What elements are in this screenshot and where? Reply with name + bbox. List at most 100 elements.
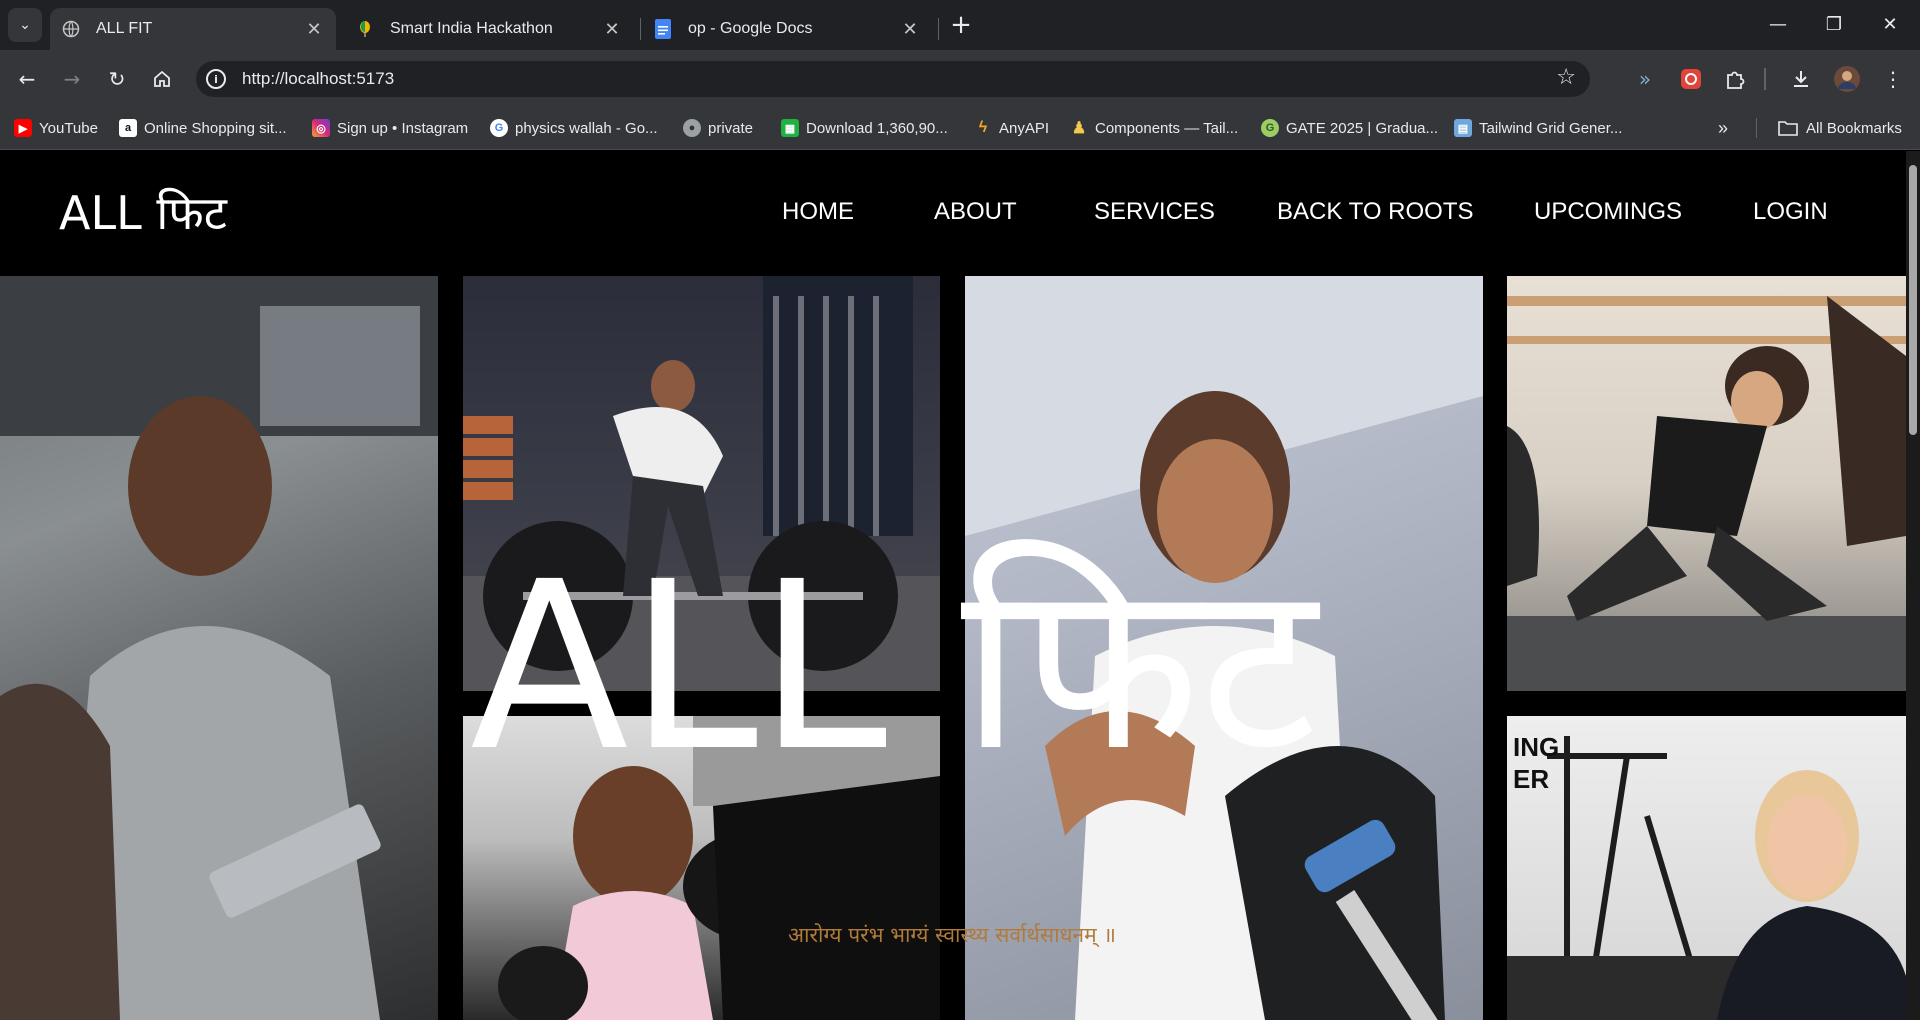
- bookmark-gate-2025[interactable]: G GATE 2025 | Gradua...: [1261, 116, 1438, 140]
- restore-icon: ❐: [1825, 13, 1843, 35]
- svg-text:ING: ING: [1513, 732, 1559, 762]
- download-site-icon: ▦: [781, 119, 799, 137]
- bookmark-label: YouTube: [39, 119, 98, 137]
- instagram-icon: ◎: [312, 119, 330, 137]
- all-bookmarks-button[interactable]: All Bookmarks: [1778, 116, 1902, 140]
- nav-login[interactable]: LOGIN: [1753, 198, 1828, 226]
- gate-icon: G: [1261, 119, 1279, 137]
- address-bar[interactable]: i http://localhost:5173 ☆: [196, 61, 1590, 97]
- close-tab-icon[interactable]: ✕: [898, 19, 922, 40]
- bookmark-label: Download 1,360,90...: [806, 119, 948, 137]
- tab-all-fit[interactable]: ALL FIT ✕: [50, 8, 336, 50]
- bookmark-anyapi[interactable]: ϟ AnyAPI: [974, 116, 1049, 140]
- bookmark-label: Tailwind Grid Gener...: [1479, 119, 1623, 137]
- web-page: ALL फिट HOME ABOUT SERVICES BACK TO ROOT…: [0, 151, 1906, 1020]
- bookmark-instagram[interactable]: ◎ Sign up • Instagram: [312, 116, 468, 140]
- bookmark-label: GATE 2025 | Gradua...: [1286, 119, 1439, 137]
- nav-back-to-roots[interactable]: BACK TO ROOTS: [1277, 198, 1474, 226]
- home-button[interactable]: [145, 62, 179, 96]
- profile-avatar[interactable]: [1832, 64, 1862, 94]
- bookmark-label: Components — Tail...: [1095, 119, 1239, 137]
- bookmark-amazon[interactable]: a Online Shopping sit...: [119, 116, 287, 140]
- trainer-with-tablet-photo: [0, 276, 438, 1020]
- forward-button[interactable]: →: [55, 62, 89, 96]
- arrow-left-icon: ←: [18, 67, 36, 91]
- reload-button[interactable]: ↻: [100, 62, 134, 96]
- grid-generator-icon: ▤: [1454, 119, 1472, 137]
- coach-smiling-photo: ING ER: [1507, 716, 1906, 1020]
- browser-chrome: ⌄ ALL FIT ✕ Smart India Hackathon ✕ op -…: [0, 0, 1920, 150]
- nav-upcomings[interactable]: UPCOMINGS: [1534, 198, 1682, 226]
- tab-separator: [938, 18, 939, 40]
- bookmark-label: physics wallah - Go...: [515, 119, 658, 137]
- nav-about[interactable]: ABOUT: [934, 198, 1017, 226]
- bookmark-download[interactable]: ▦ Download 1,360,90...: [781, 116, 948, 140]
- anyapi-icon: ϟ: [978, 119, 988, 136]
- tab-google-docs[interactable]: op - Google Docs ✕: [642, 8, 932, 50]
- site-info-icon[interactable]: i: [206, 69, 226, 89]
- extensions-puzzle-icon[interactable]: [1720, 64, 1750, 94]
- google-docs-icon: [654, 19, 672, 39]
- extension-red-icon[interactable]: [1676, 64, 1706, 94]
- tab-title: op - Google Docs: [688, 20, 813, 37]
- reload-icon: ↻: [108, 67, 126, 91]
- private-icon: ●: [683, 119, 701, 137]
- hero-title: ALL फिट: [470, 532, 1317, 802]
- restore-button[interactable]: ❐: [1806, 0, 1862, 48]
- tab-smart-india-hackathon[interactable]: Smart India Hackathon ✕: [344, 8, 634, 50]
- youtube-icon: ▶: [14, 119, 32, 137]
- extension-arrows-icon[interactable]: »: [1630, 64, 1660, 94]
- browser-menu-icon[interactable]: ⋮: [1878, 64, 1908, 94]
- page-scrollbar[interactable]: [1906, 151, 1920, 1020]
- tab-search-button[interactable]: ⌄: [8, 8, 42, 42]
- toolbar-separator: [1764, 68, 1766, 90]
- close-tab-icon[interactable]: ✕: [302, 19, 326, 40]
- amazon-icon: a: [119, 119, 137, 137]
- tab-strip: ⌄ ALL FIT ✕ Smart India Hackathon ✕ op -…: [0, 0, 1920, 50]
- yoga-photo: [1507, 276, 1906, 691]
- globe-icon: [62, 20, 80, 38]
- google-icon: G: [490, 119, 508, 137]
- bookmark-youtube[interactable]: ▶ YouTube: [14, 116, 98, 140]
- bookmarks-bar: ▶ YouTube a Online Shopping sit... ◎ Sig…: [0, 108, 1920, 150]
- arrow-right-icon: →: [63, 67, 81, 91]
- bookmark-label: Online Shopping sit...: [144, 119, 287, 137]
- tab-separator: [640, 18, 641, 40]
- balloon-icon: [356, 20, 374, 38]
- site-logo[interactable]: ALL फिट: [59, 181, 227, 243]
- url-text[interactable]: http://localhost:5173: [242, 69, 394, 89]
- close-tab-icon[interactable]: ✕: [600, 19, 624, 40]
- bookmark-label: AnyAPI: [999, 119, 1050, 137]
- bookmark-star-icon[interactable]: ☆: [1556, 65, 1576, 90]
- downloads-icon[interactable]: [1786, 64, 1816, 94]
- close-icon: ✕: [1882, 13, 1898, 35]
- site-navbar: ALL फिट HOME ABOUT SERVICES BACK TO ROOT…: [0, 151, 1906, 276]
- hero-sanskrit-subtitle: आरोग्य परंभ भाग्यं स्वास्थ्य सर्वार्थसाध…: [788, 923, 1116, 947]
- bookmark-tailwind-components[interactable]: ♟ Components — Tail...: [1070, 116, 1238, 140]
- svg-text:ER: ER: [1513, 764, 1549, 794]
- close-window-button[interactable]: ✕: [1862, 0, 1918, 48]
- home-icon: [154, 70, 170, 87]
- folder-icon: [1778, 121, 1798, 136]
- chevron-double-right-icon: »: [1718, 117, 1729, 138]
- back-button[interactable]: ←: [10, 62, 44, 96]
- bookmarks-separator: [1756, 118, 1757, 138]
- nav-home[interactable]: HOME: [782, 198, 854, 226]
- bookmark-label: private: [708, 119, 754, 137]
- plus-icon: +: [950, 10, 972, 40]
- tab-title: ALL FIT: [96, 20, 153, 37]
- browser-toolbar: ← → ↻ i http://localhost:5173 ☆ » ⋮: [0, 50, 1920, 108]
- all-bookmarks-label: All Bookmarks: [1806, 119, 1902, 137]
- tab-title: Smart India Hackathon: [390, 20, 553, 37]
- bookmark-physics-wallah[interactable]: G physics wallah - Go...: [490, 116, 658, 140]
- minimize-icon: —: [1769, 13, 1787, 35]
- minimize-button[interactable]: —: [1750, 0, 1806, 48]
- nav-services[interactable]: SERVICES: [1094, 198, 1215, 226]
- scrollbar-thumb[interactable]: [1909, 165, 1917, 435]
- bookmark-tailwind-grid[interactable]: ▤ Tailwind Grid Gener...: [1454, 116, 1622, 140]
- chevron-down-icon: ⌄: [19, 17, 31, 33]
- new-tab-button[interactable]: +: [946, 10, 976, 40]
- more-bookmarks-button[interactable]: »: [1718, 116, 1728, 140]
- tailwind-components-icon: ♟: [1071, 120, 1087, 137]
- bookmark-private[interactable]: ● private: [683, 116, 753, 140]
